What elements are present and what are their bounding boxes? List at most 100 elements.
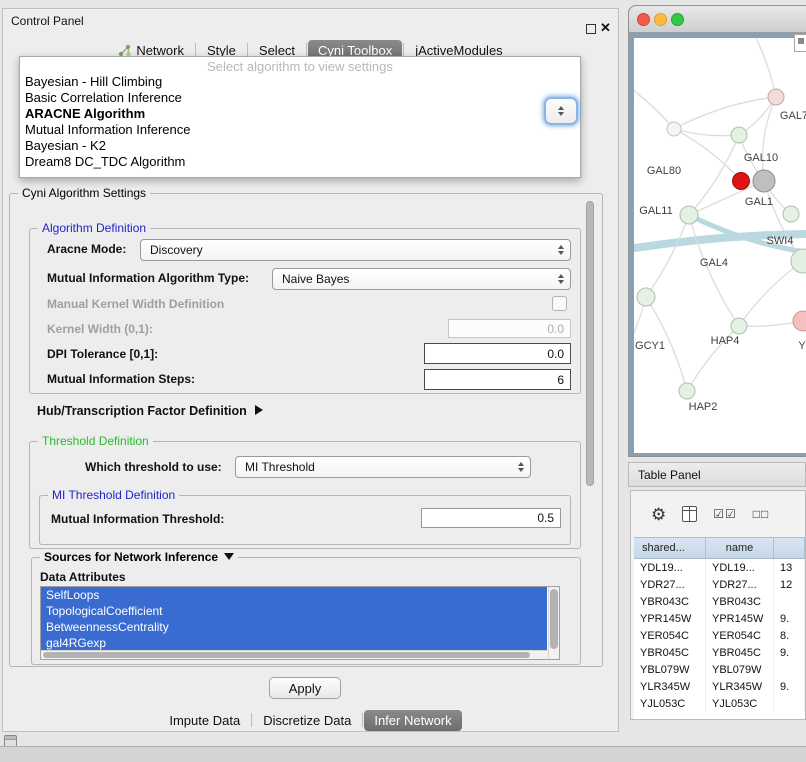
- settings-vertical-scrollbar[interactable]: [584, 195, 596, 663]
- table-panel-content: ⚙ ☑☑ □□ shared...name YDL19...YDL19...13…: [630, 490, 806, 720]
- node-label: GCY1: [635, 340, 665, 352]
- table-header-cell[interactable]: [774, 538, 805, 558]
- mi-steps-field[interactable]: [424, 369, 571, 390]
- table-row[interactable]: YBL079WYBL079W: [634, 661, 805, 678]
- network-window-titlebar[interactable]: [629, 6, 806, 33]
- network-canvas-area[interactable]: GAL7GAL80GAL10GAL11GAL1SWI4GAL4GCY1HAP4H…: [634, 38, 806, 453]
- network-view-frame: GAL7GAL80GAL10GAL11GAL1SWI4GAL4GCY1HAP4H…: [629, 33, 806, 456]
- network-node[interactable]: [783, 206, 799, 222]
- algorithm-option[interactable]: Mutual Information Inference: [20, 122, 580, 138]
- network-node[interactable]: [793, 311, 806, 331]
- table-row[interactable]: YDR27...YDR27...12: [634, 576, 805, 593]
- network-node[interactable]: [680, 206, 698, 224]
- mi-type-select[interactable]: Naive Bayes: [272, 268, 571, 290]
- select-all-icon[interactable]: ☑☑: [713, 508, 737, 520]
- attribute-item[interactable]: TopologicalCoefficient: [41, 603, 547, 619]
- sources-toggle[interactable]: Sources for Network Inference: [40, 550, 238, 564]
- tab-impute-data[interactable]: Impute Data: [159, 710, 250, 731]
- table-cell: YJL053C: [706, 695, 774, 712]
- network-node[interactable]: [637, 288, 655, 306]
- tab-separator: [306, 43, 307, 57]
- threshold-definition-title: Threshold Definition: [38, 434, 153, 448]
- table-row[interactable]: YJL053CYJL053C: [634, 695, 805, 712]
- attribute-list-vertical-scrollbar[interactable]: [548, 587, 559, 659]
- manual-kernel-checkbox[interactable]: [552, 296, 567, 311]
- table-cell: YDR27...: [706, 576, 774, 593]
- table-cell: YBR045C: [634, 644, 706, 661]
- table-header-cell[interactable]: name: [706, 538, 774, 558]
- table-body: YDL19...YDL19...13YDR27...YDR27...12YBR0…: [634, 559, 805, 712]
- node-table: shared...name YDL19...YDL19...13YDR27...…: [634, 537, 805, 719]
- aracne-mode-select[interactable]: Discovery: [140, 239, 571, 261]
- tab-discretize-data[interactable]: Discretize Data: [253, 710, 361, 731]
- table-row[interactable]: YPR145WYPR145W9.: [634, 610, 805, 627]
- tab-separator: [403, 43, 404, 57]
- network-node[interactable]: [768, 89, 784, 105]
- deselect-all-icon[interactable]: □□: [753, 508, 770, 520]
- scrollbar-thumb[interactable]: [586, 201, 594, 486]
- float-window-icon[interactable]: [586, 24, 596, 34]
- table-header-cell[interactable]: shared...: [634, 538, 706, 558]
- zoom-traffic-light-icon[interactable]: [671, 13, 684, 26]
- network-edge: [752, 38, 776, 97]
- node-label: GAL4: [700, 257, 728, 269]
- mi-threshold-field[interactable]: [421, 508, 561, 528]
- table-cell: YPR145W: [634, 610, 706, 627]
- network-canvas[interactable]: GAL7GAL80GAL10GAL11GAL1SWI4GAL4GCY1HAP4H…: [634, 38, 806, 453]
- algorithm-combo-button[interactable]: [544, 97, 578, 125]
- algorithm-option[interactable]: ARACNE Algorithm: [20, 106, 580, 122]
- table-cell: YLR345W: [706, 678, 774, 695]
- attribute-item[interactable]: gal4RGexp: [41, 635, 547, 651]
- table-panel-titlebar: Table Panel: [628, 462, 806, 487]
- network-node[interactable]: [733, 173, 750, 190]
- table-cell: YER054C: [706, 627, 774, 644]
- close-icon[interactable]: ✕: [600, 20, 611, 36]
- close-traffic-light-icon[interactable]: [637, 13, 650, 26]
- algorithm-option[interactable]: Basic Correlation Inference: [20, 90, 580, 106]
- gear-icon[interactable]: ⚙: [651, 506, 666, 523]
- attribute-item[interactable]: BetweennessCentrality: [41, 619, 547, 635]
- node-label: HAP2: [689, 401, 718, 413]
- network-node[interactable]: [791, 249, 806, 273]
- network-node[interactable]: [667, 122, 681, 136]
- kernel-width-label: Kernel Width (0,1):: [47, 322, 153, 336]
- algorithm-option[interactable]: Dream8 DC_TDC Algorithm: [20, 154, 580, 170]
- mi-type-value: Naive Bayes: [282, 272, 349, 286]
- data-attributes-list-items: SelfLoopsTopologicalCoefficientBetweenne…: [41, 587, 559, 651]
- column-selector-icon[interactable]: [682, 506, 697, 522]
- settings-group-title: Cyni Algorithm Settings: [18, 186, 150, 200]
- table-cell: YDR27...: [634, 576, 706, 593]
- scrollbar-thumb[interactable]: [43, 652, 530, 658]
- apply-button[interactable]: Apply: [269, 677, 341, 699]
- dpi-tolerance-field[interactable]: [424, 343, 571, 364]
- tab-separator: [195, 43, 196, 57]
- network-node[interactable]: [731, 127, 747, 143]
- minimize-traffic-light-icon[interactable]: [654, 13, 667, 26]
- table-row[interactable]: YDL19...YDL19...13: [634, 559, 805, 576]
- table-row[interactable]: YBR045CYBR045C9.: [634, 644, 805, 661]
- network-node[interactable]: [753, 170, 775, 192]
- tab-infer-network[interactable]: Infer Network: [364, 710, 461, 731]
- kernel-width-field[interactable]: [448, 319, 571, 338]
- mi-type-label: Mutual Information Algorithm Type:: [47, 271, 249, 285]
- node-label: SWI4: [767, 235, 794, 247]
- hub-section-toggle[interactable]: Hub/Transcription Factor Definition: [37, 404, 263, 418]
- network-scrollbar-corner[interactable]: [794, 34, 806, 52]
- attribute-item[interactable]: SelfLoops: [41, 587, 547, 603]
- table-row[interactable]: YBR043CYBR043C: [634, 593, 805, 610]
- table-cell: YBR045C: [706, 644, 774, 661]
- node-label: GAL10: [744, 152, 778, 164]
- chevron-down-icon: [224, 553, 234, 560]
- table-row[interactable]: YLR345WYLR345W9.: [634, 678, 805, 695]
- algorithm-option[interactable]: Bayesian - Hill Climbing: [20, 74, 580, 90]
- network-edge: [763, 97, 776, 181]
- which-threshold-select[interactable]: MI Threshold: [235, 456, 531, 478]
- table-row[interactable]: YER054CYER054C8.: [634, 627, 805, 644]
- attribute-list-horizontal-scrollbar[interactable]: [41, 650, 548, 659]
- algorithm-option[interactable]: Bayesian - K2: [20, 138, 580, 154]
- network-node[interactable]: [731, 318, 747, 334]
- node-label: Y: [798, 340, 806, 352]
- network-node[interactable]: [679, 383, 695, 399]
- scrollbar-thumb[interactable]: [550, 589, 558, 649]
- table-cell: YBL079W: [706, 661, 774, 678]
